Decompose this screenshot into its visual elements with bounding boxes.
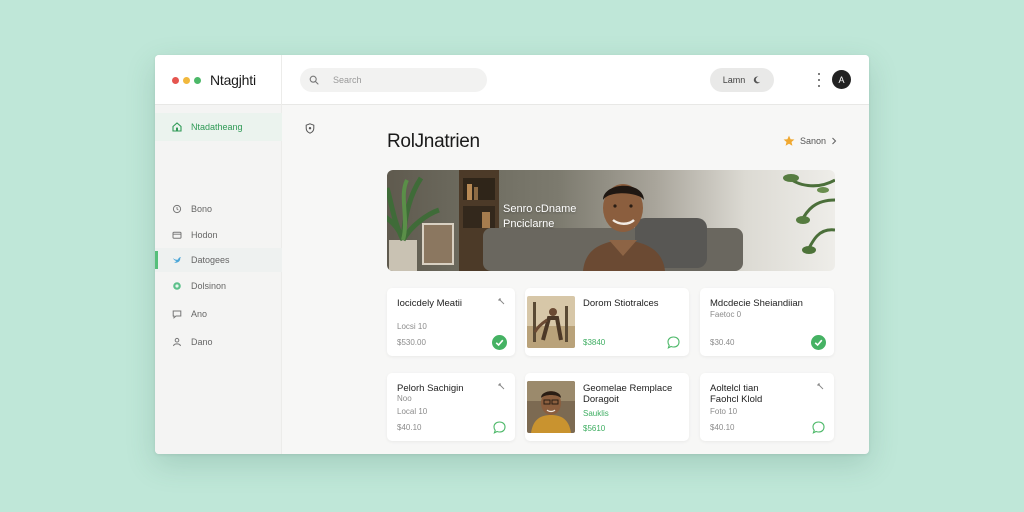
- pin-icon[interactable]: [498, 383, 505, 390]
- hero-image: [387, 170, 835, 271]
- card-6[interactable]: Aoltelcl tian Faohcl Klold Foto 10 $40.1…: [700, 373, 834, 441]
- check-circle-icon[interactable]: [811, 335, 826, 350]
- sidebar-item-label: Ntadatheang: [191, 122, 243, 132]
- card-title: Mdcdecie Sheiandiian: [710, 298, 803, 309]
- card-value: $40.10: [710, 423, 735, 432]
- theme-toggle-button[interactable]: Lamn: [710, 68, 774, 92]
- app-window: Ntagjhti Search Lamn A Ntadatheang Bono …: [155, 55, 869, 454]
- hero-banner[interactable]: Senro cDname Pnciclarne: [387, 170, 835, 271]
- hero-line-1: Senro cDname: [503, 203, 577, 215]
- check-circle-icon[interactable]: [492, 335, 507, 350]
- card-2[interactable]: Dorom Stiotralces $3840: [525, 288, 689, 356]
- app-name: Ntagjhti: [210, 72, 256, 88]
- chevron-right-icon: [832, 137, 837, 145]
- card-title-line-1: Geomelae Remplace: [583, 383, 673, 394]
- card-3[interactable]: Mdcdecie Sheiandiian Faetoc 0 $30.40: [700, 288, 834, 356]
- brand: Ntagjhti: [155, 55, 282, 105]
- shield-icon[interactable]: [305, 123, 315, 134]
- card-subtitle: Noo: [397, 394, 412, 403]
- sidebar-item-hodon[interactable]: Hodon: [155, 223, 282, 247]
- card-thumbnail: [527, 296, 575, 348]
- card-5[interactable]: Geomelae Remplace Doragoit Sauklis $5610: [525, 373, 689, 441]
- chat-icon: [172, 309, 182, 319]
- window-close-dot[interactable]: [172, 76, 179, 84]
- card-title-line-2: Faohcl Klold: [710, 394, 763, 405]
- top-bar: Ntagjhti Search Lamn A: [155, 55, 869, 105]
- card-title: Geomelae Remplace Doragoit: [583, 383, 672, 405]
- folder-icon: [172, 230, 182, 240]
- person-icon: [172, 337, 182, 347]
- sidebar: Ntadatheang Bono Hodon Datogees Dolsinon: [155, 105, 282, 454]
- card-1[interactable]: Iocicdely Meatii Locsi 10 $530.00: [387, 288, 515, 356]
- card-title: Pelorh Sachigin: [397, 383, 464, 394]
- home-icon: [172, 122, 182, 132]
- user-avatar[interactable]: A: [832, 70, 851, 89]
- sidebar-item-dano[interactable]: Dano: [155, 330, 282, 354]
- search-icon: [309, 75, 319, 85]
- starred-label: Sanon: [800, 136, 827, 146]
- window-maximize-dot[interactable]: [194, 76, 201, 84]
- search-placeholder: Search: [333, 75, 362, 85]
- chat-bubble-icon[interactable]: [811, 420, 826, 435]
- card-subtitle: Locsi 10: [397, 322, 427, 331]
- card-value: $530.00: [397, 338, 426, 347]
- search-input[interactable]: Search: [300, 68, 487, 92]
- card-tag: Sauklis: [583, 409, 609, 418]
- page-title: RolJnatrien: [387, 131, 480, 152]
- circle-icon: [172, 281, 182, 291]
- sidebar-item-bono[interactable]: Bono: [155, 197, 282, 221]
- pin-icon[interactable]: [498, 298, 505, 305]
- hero-text: Senro cDname Pnciclarne: [503, 202, 576, 232]
- sidebar-item-label: Ano: [191, 309, 208, 319]
- sidebar-item-label: Bono: [191, 204, 213, 214]
- card-subtitle: Faetoc 0: [710, 310, 742, 319]
- card-subtitle: Foto 10: [710, 407, 738, 416]
- star-icon: [783, 135, 795, 146]
- sidebar-item-datogees[interactable]: Datogees: [155, 248, 282, 272]
- card-4[interactable]: Pelorh Sachigin Noo Local 10 $40.10: [387, 373, 515, 441]
- clock-icon: [172, 204, 182, 214]
- chat-bubble-icon[interactable]: [666, 335, 681, 350]
- bird-icon: [172, 255, 182, 265]
- more-options-icon[interactable]: [815, 72, 823, 88]
- theme-label: Lamn: [722, 75, 746, 85]
- card-title: Dorom Stiotralces: [583, 298, 659, 309]
- chat-bubble-icon[interactable]: [492, 420, 507, 435]
- card-value: $40.10: [397, 423, 422, 432]
- sidebar-item-dolsinon[interactable]: Dolsinon: [155, 274, 282, 298]
- card-value: $30.40: [710, 338, 735, 347]
- sidebar-item-label: Dolsinon: [191, 281, 227, 291]
- sidebar-item-dashboard[interactable]: Ntadatheang: [155, 113, 282, 141]
- window-minimize-dot[interactable]: [183, 76, 190, 84]
- card-title-line-1: Aoltelcl tian: [710, 383, 759, 394]
- card-thumbnail: [527, 381, 575, 433]
- card-title: Iocicdely Meatii: [397, 298, 462, 309]
- hero-line-2: Pnciclarne: [503, 218, 555, 230]
- sidebar-item-label: Datogees: [191, 255, 230, 265]
- starred-link[interactable]: Sanon: [783, 135, 837, 147]
- pin-icon[interactable]: [817, 383, 824, 390]
- card-title: Aoltelcl tian Faohcl Klold: [710, 383, 762, 405]
- card-title-line-2: Doragoit: [583, 394, 619, 405]
- moon-icon: [754, 76, 761, 84]
- card-value: $3840: [583, 338, 606, 347]
- card-subtitle-2: Local 10: [397, 407, 428, 416]
- sidebar-item-label: Dano: [191, 337, 213, 347]
- card-value: $5610: [583, 424, 606, 433]
- sidebar-item-ano[interactable]: Ano: [155, 302, 282, 326]
- sidebar-item-label: Hodon: [191, 230, 218, 240]
